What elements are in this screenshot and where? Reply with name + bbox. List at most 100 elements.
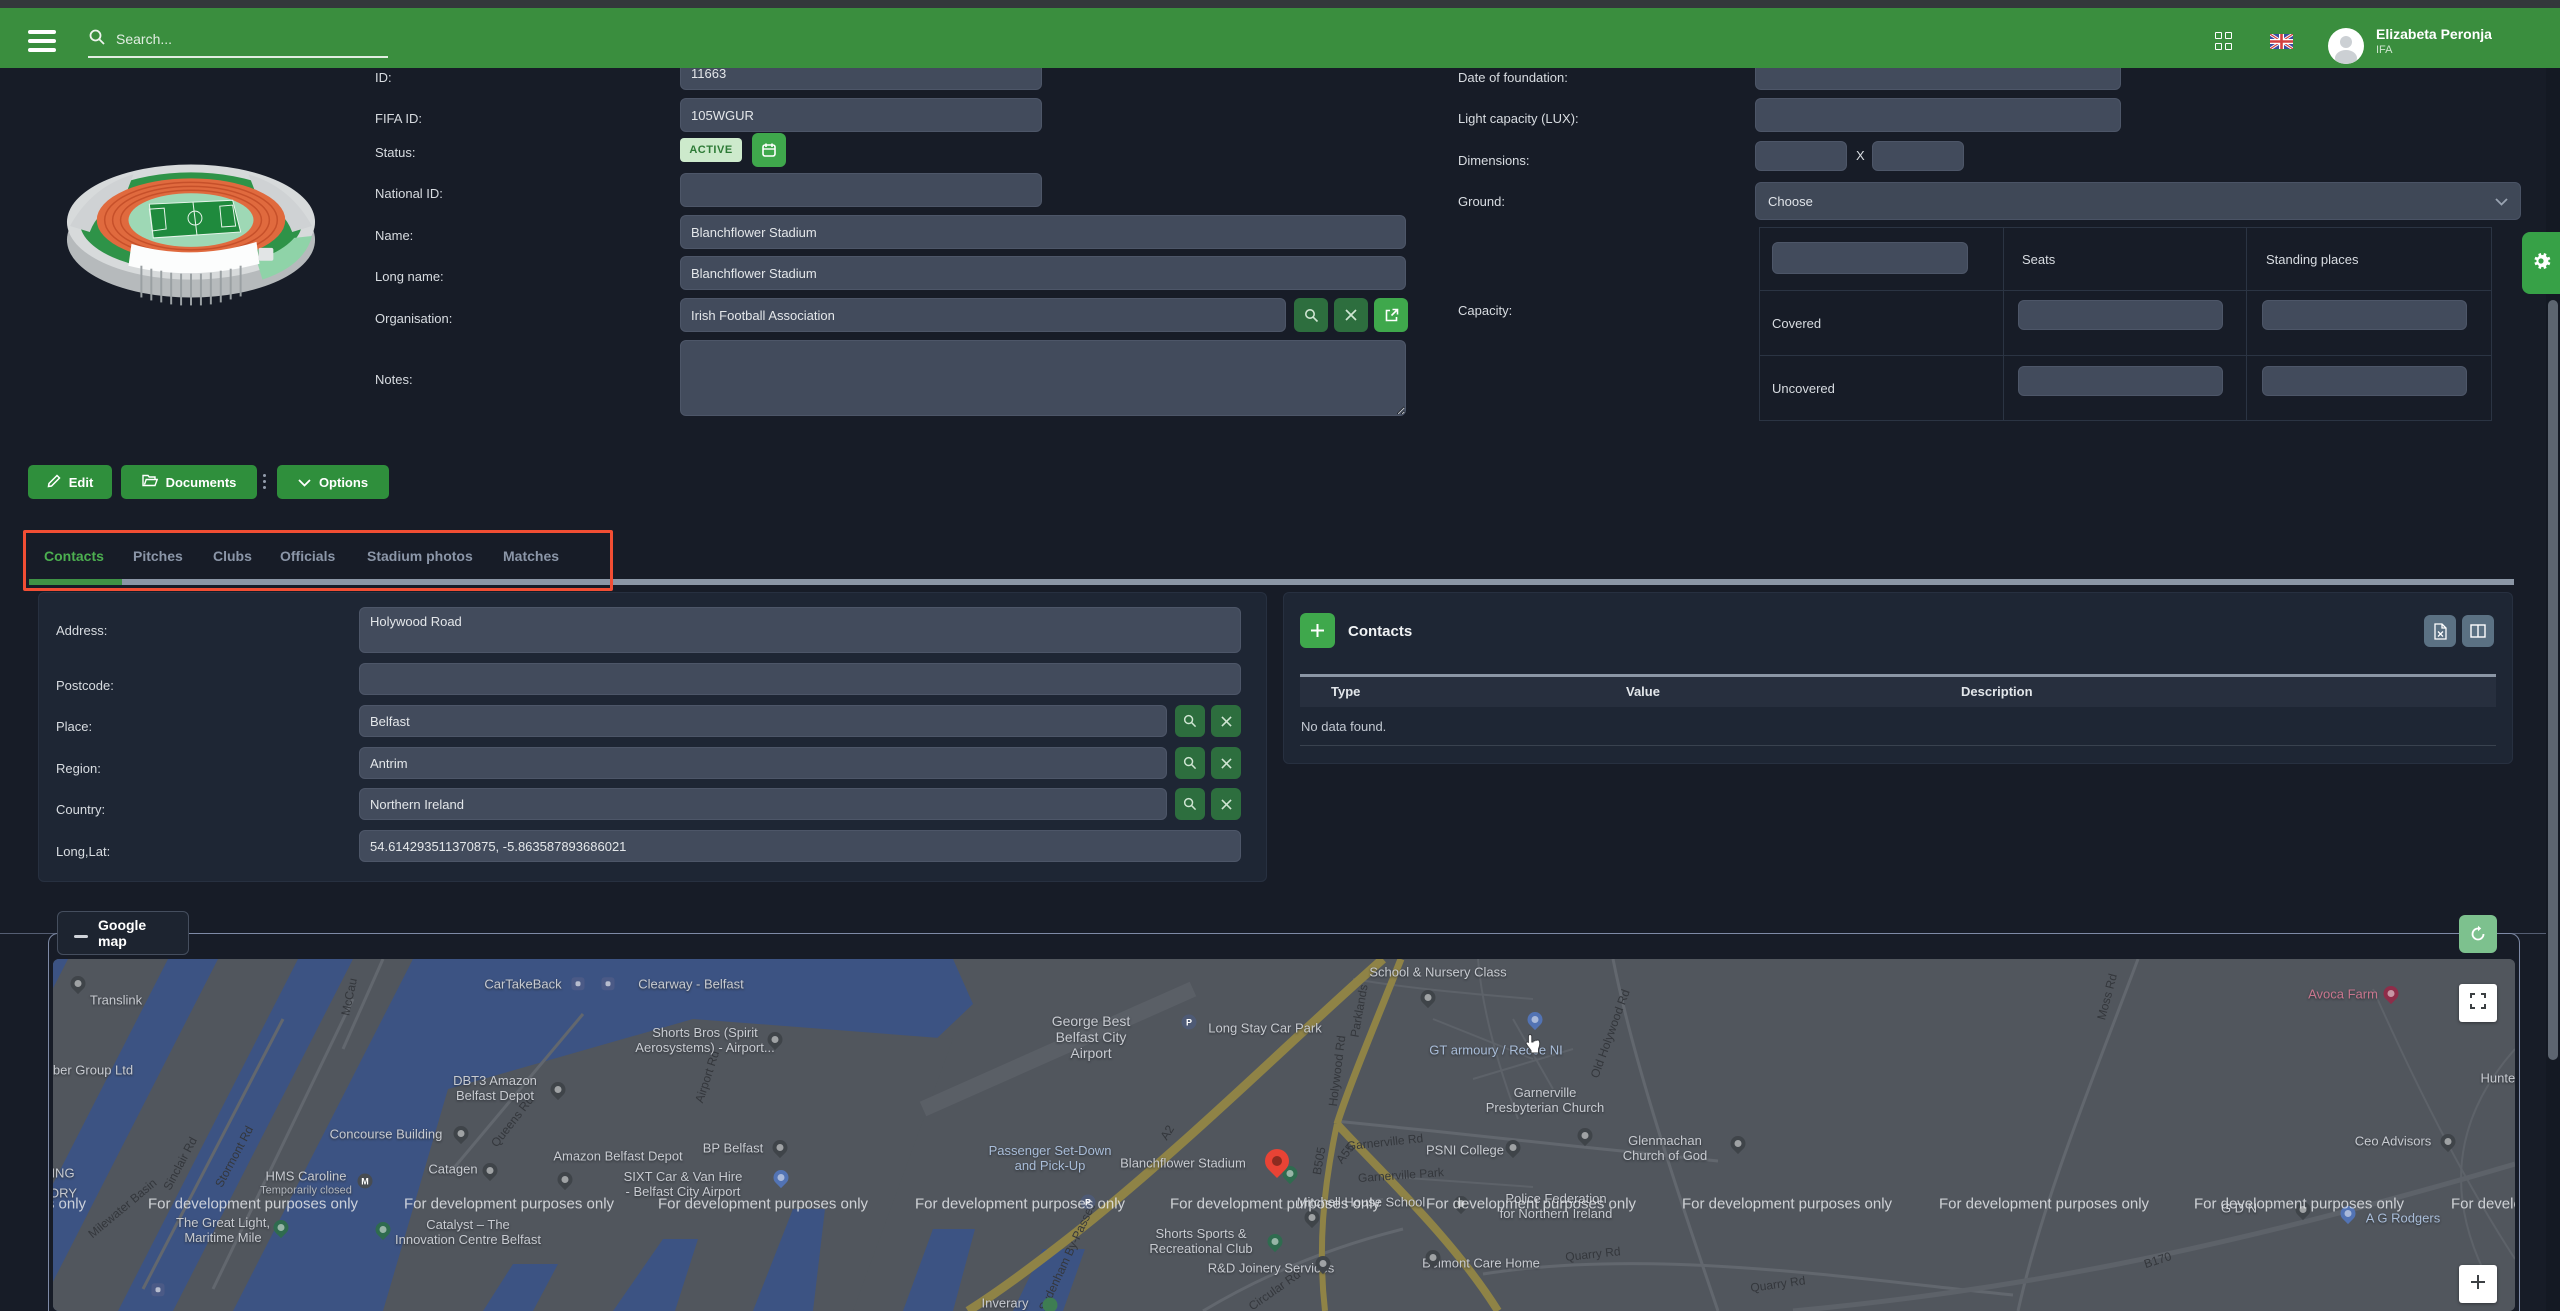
map-label: Clearway - Belfast xyxy=(638,978,743,993)
place-field[interactable] xyxy=(359,705,1167,737)
map-refresh-button[interactable] xyxy=(2459,915,2497,953)
pencil-icon xyxy=(47,474,61,491)
documents-button[interactable]: Documents xyxy=(121,465,257,499)
map-marker[interactable] xyxy=(602,977,615,990)
ground-select-value: Choose xyxy=(1768,194,1813,209)
options-button[interactable]: Options xyxy=(277,465,389,499)
fifa-id-field[interactable] xyxy=(680,98,1042,132)
map-marker[interactable]: P xyxy=(1182,1015,1197,1030)
place-search-button[interactable] xyxy=(1175,705,1205,737)
long-name-field[interactable] xyxy=(680,256,1406,290)
notes-label: Notes: xyxy=(375,372,413,387)
map-watermark: For development purposes only xyxy=(404,1195,614,1212)
app-header: Elizabeta Peronja IFA xyxy=(0,8,2560,68)
ground-select[interactable]: Choose xyxy=(1755,182,2521,220)
tab-clubs[interactable]: Clubs xyxy=(213,548,252,564)
uncovered-standing-field[interactable] xyxy=(2262,366,2467,396)
minus-icon xyxy=(74,925,88,941)
map-marker[interactable] xyxy=(572,977,585,990)
export-excel-button[interactable] xyxy=(2424,615,2456,647)
more-actions-button[interactable] xyxy=(263,474,266,489)
toggle-columns-button[interactable] xyxy=(2462,615,2494,647)
country-field[interactable] xyxy=(359,788,1167,820)
edit-button-label: Edit xyxy=(69,475,94,490)
organisation-clear-button[interactable] xyxy=(1334,298,1368,332)
longlat-field[interactable] xyxy=(359,830,1241,862)
postcode-field[interactable] xyxy=(359,663,1241,695)
add-contact-button[interactable] xyxy=(1300,613,1335,648)
map-label: Garnerville Presbyterian Church xyxy=(1486,1086,1605,1116)
country-search-button[interactable] xyxy=(1175,788,1205,820)
status-history-button[interactable] xyxy=(752,133,786,167)
address-panel: Address: Holywood Road Postcode: Place: … xyxy=(38,592,1267,882)
address-field[interactable]: Holywood Road xyxy=(359,607,1241,653)
map-marker[interactable] xyxy=(1043,1298,1058,1311)
map-watermark: For development purposes only xyxy=(1170,1195,1380,1212)
map-label: The Great Light, Maritime Mile xyxy=(176,1216,270,1246)
language-flag-uk[interactable] xyxy=(2270,34,2293,49)
user-avatar[interactable] xyxy=(2328,28,2364,64)
covered-seats-field[interactable] xyxy=(2018,300,2223,330)
map-zoom-in-button[interactable] xyxy=(2459,1265,2497,1303)
region-clear-button[interactable] xyxy=(1211,747,1241,779)
map-watermark: For development purposes only xyxy=(2451,1195,2515,1212)
map-label: Blanchflower Stadium xyxy=(1120,1157,1246,1172)
organisation-open-button[interactable] xyxy=(1374,298,1408,332)
map-watermark: For development purposes only xyxy=(2194,1195,2404,1212)
google-map-collapse-button[interactable]: Google map xyxy=(57,911,189,955)
capacity-label: Capacity: xyxy=(1458,303,1512,318)
name-field[interactable] xyxy=(680,215,1406,249)
map-canvas[interactable]: Translinkber Group LtdSinclair RdStormon… xyxy=(53,959,2515,1311)
search-bar[interactable] xyxy=(88,22,388,58)
scrollbar-track[interactable] xyxy=(2546,8,2560,1311)
map-label: Shorts Bros (Spirit Aerosystems) - Airpo… xyxy=(635,1026,774,1056)
capacity-header-field[interactable] xyxy=(1772,242,1968,274)
map-label: School & Nursery Class xyxy=(1369,966,1506,981)
refresh-icon xyxy=(2469,925,2487,943)
tab-stadium-photos[interactable]: Stadium photos xyxy=(367,548,473,564)
tab-contacts[interactable]: Contacts xyxy=(44,548,104,564)
map-marker[interactable]: M xyxy=(358,1174,373,1189)
scrollbar-thumb[interactable] xyxy=(2548,300,2558,1060)
region-search-button[interactable] xyxy=(1175,747,1205,779)
notes-field[interactable] xyxy=(680,340,1406,416)
place-clear-button[interactable] xyxy=(1211,705,1241,737)
map-label: Ceo Advisors xyxy=(2355,1135,2432,1150)
map-watermark: For development purposes only xyxy=(915,1195,1125,1212)
address-label: Address: xyxy=(56,623,107,638)
edit-button[interactable]: Edit xyxy=(28,465,112,499)
tab-matches[interactable]: Matches xyxy=(503,548,559,564)
covered-standing-field[interactable] xyxy=(2262,300,2467,330)
tab-pitches[interactable]: Pitches xyxy=(133,548,183,564)
apps-grid-icon[interactable] xyxy=(2215,32,2233,50)
user-name[interactable]: Elizabeta Peronja xyxy=(2376,26,2492,42)
light-capacity-field[interactable] xyxy=(1755,98,2121,132)
settings-gear-button[interactable] xyxy=(2522,232,2560,294)
dimensions-label: Dimensions: xyxy=(1458,153,1530,168)
place-label: Place: xyxy=(56,719,92,734)
tab-officials[interactable]: Officials xyxy=(280,548,335,564)
map-marker[interactable] xyxy=(152,1283,165,1296)
map-label: Avoca Farm xyxy=(2308,988,2378,1003)
map-label: A G Rodgers xyxy=(2366,1212,2440,1227)
map-label: George Best Belfast City Airport xyxy=(1052,1013,1131,1061)
search-input[interactable] xyxy=(114,30,368,48)
col-description: Description xyxy=(1961,684,2033,699)
capacity-col-seats: Seats xyxy=(2022,252,2055,267)
organisation-field[interactable] xyxy=(680,298,1286,332)
country-clear-button[interactable] xyxy=(1211,788,1241,820)
options-button-label: Options xyxy=(319,475,368,490)
national-id-field[interactable] xyxy=(680,173,1042,207)
dimensions-width-field[interactable] xyxy=(1755,141,1847,171)
chevron-down-icon xyxy=(2495,194,2508,209)
longlat-label: Long,Lat: xyxy=(56,844,110,859)
organisation-search-button[interactable] xyxy=(1294,298,1328,332)
map-label: Passenger Set-Down and Pick-Up xyxy=(989,1144,1112,1174)
uncovered-seats-field[interactable] xyxy=(2018,366,2223,396)
region-field[interactable] xyxy=(359,747,1167,779)
map-fullscreen-button[interactable] xyxy=(2459,984,2497,1022)
hamburger-menu-icon[interactable] xyxy=(28,30,56,57)
table-bottom-border xyxy=(1300,745,2496,746)
dimensions-length-field[interactable] xyxy=(1872,141,1964,171)
plus-icon xyxy=(2470,1274,2486,1295)
